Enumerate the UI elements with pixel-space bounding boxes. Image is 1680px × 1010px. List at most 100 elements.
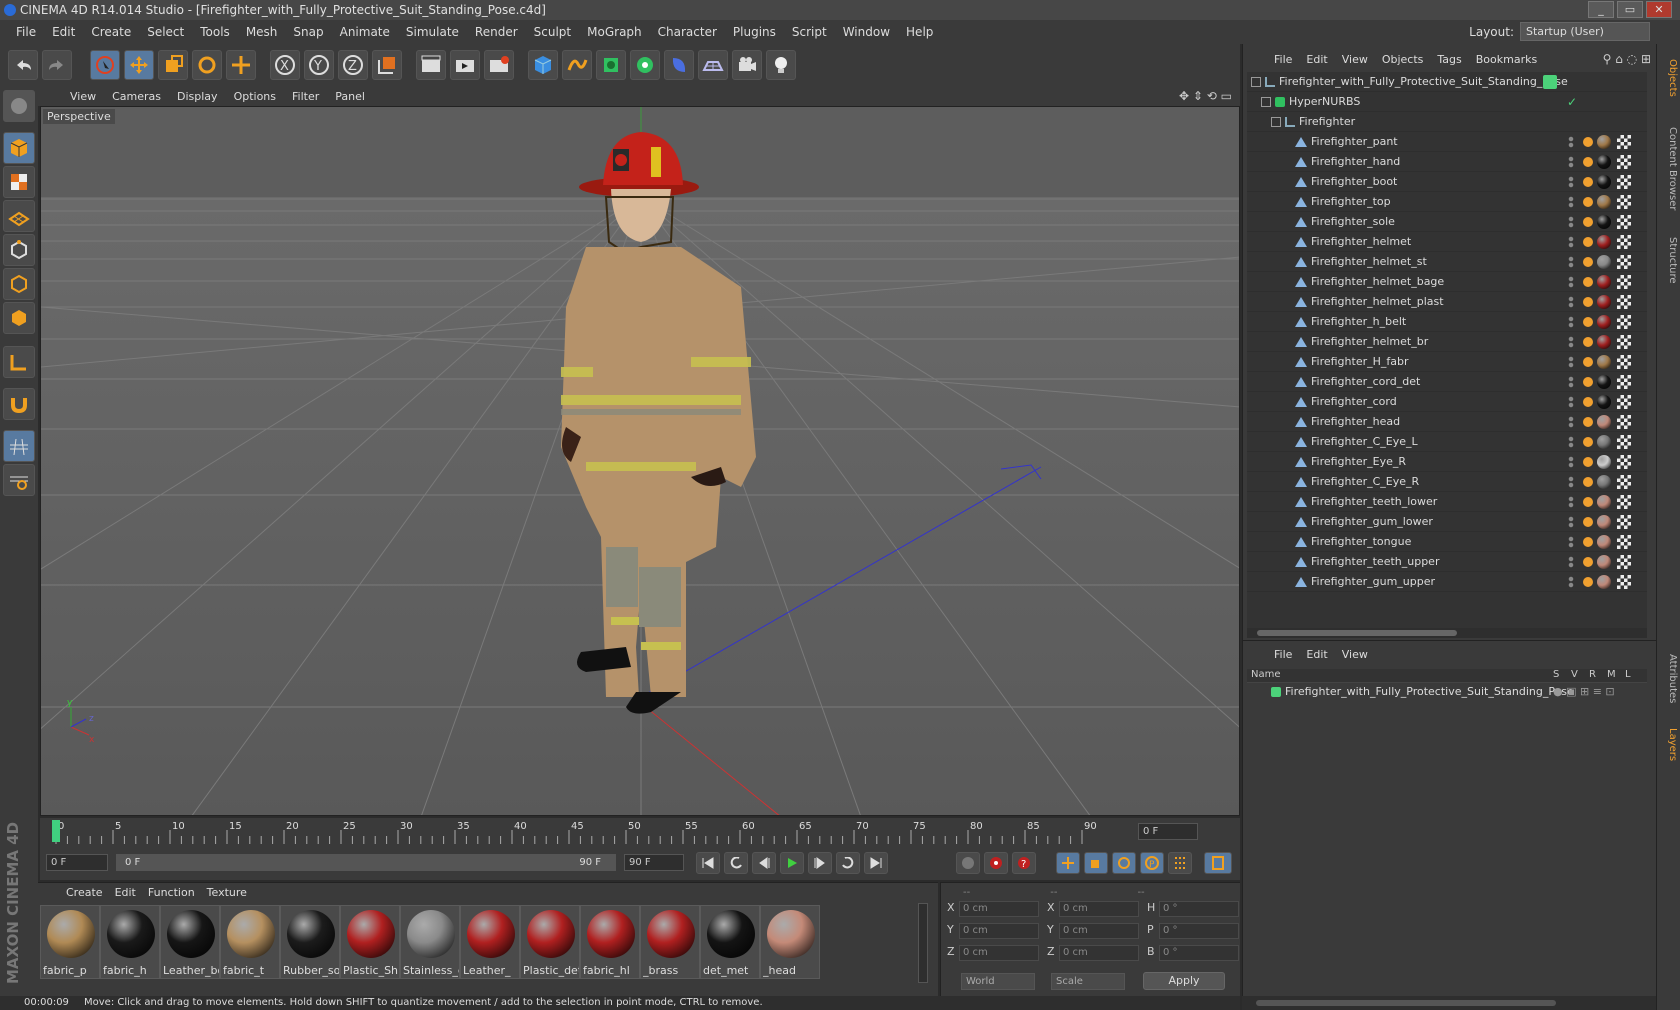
points-mode-icon[interactable] [3, 234, 35, 266]
material-swatch[interactable]: fabric_h [100, 905, 160, 979]
spline-pen-icon[interactable] [562, 50, 592, 80]
coord-value-field[interactable]: 0 ° [1159, 923, 1239, 939]
menu-edit[interactable]: Edit [44, 25, 83, 39]
layer-row[interactable]: Firefighter_with_Fully_Protective_Suit_S… [1247, 683, 1647, 701]
texture-tag-icon[interactable] [1617, 235, 1631, 249]
menu-select[interactable]: Select [139, 25, 192, 39]
material-tag-icon[interactable] [1597, 355, 1611, 369]
live-selection-icon[interactable] [90, 50, 120, 80]
enabled-check-icon[interactable]: ✓ [1567, 92, 1577, 112]
material-menu-function[interactable]: Function [142, 886, 201, 899]
menu-simulate[interactable]: Simulate [398, 25, 467, 39]
collapse-icon[interactable] [1251, 77, 1261, 87]
apply-button[interactable]: Apply [1143, 972, 1225, 990]
material-swatch[interactable]: _head [760, 905, 820, 979]
material-tag-icon[interactable] [1597, 475, 1611, 489]
phong-tag-icon[interactable] [1583, 417, 1593, 427]
material-swatch[interactable]: Plastic_Shir [340, 905, 400, 979]
material-tag-icon[interactable] [1597, 315, 1611, 329]
coordinate-system-icon[interactable] [372, 50, 402, 80]
menu-mesh[interactable]: Mesh [238, 25, 286, 39]
render-settings-icon[interactable] [484, 50, 514, 80]
object-row[interactable]: Firefighter_helmet_br [1247, 332, 1647, 352]
texture-tag-icon[interactable] [1617, 555, 1631, 569]
menu-sculpt[interactable]: Sculpt [526, 25, 579, 39]
visibility-dots-icon[interactable] [1567, 476, 1575, 488]
object-row[interactable]: Firefighter_helmet_st [1247, 252, 1647, 272]
material-swatch[interactable]: fabric_hl [580, 905, 640, 979]
y-axis-lock-icon[interactable]: Y [304, 50, 334, 80]
phong-tag-icon[interactable] [1583, 317, 1593, 327]
visibility-dots-icon[interactable] [1567, 376, 1575, 388]
object-row[interactable]: Firefighter_h_belt [1247, 312, 1647, 332]
move-tool-icon[interactable] [124, 50, 154, 80]
texture-tag-icon[interactable] [1617, 435, 1631, 449]
material-swatch[interactable]: _brass [640, 905, 700, 979]
menu-file[interactable]: File [8, 25, 44, 39]
object-row[interactable]: Firefighter_hand [1247, 152, 1647, 172]
camera-icon[interactable] [732, 50, 762, 80]
texture-tag-icon[interactable] [1617, 255, 1631, 269]
material-tag-icon[interactable] [1597, 235, 1611, 249]
object-row[interactable]: Firefighter_tongue [1247, 532, 1647, 552]
phong-tag-icon[interactable] [1583, 437, 1593, 447]
object-menu-view[interactable]: View [1335, 53, 1375, 66]
material-tag-icon[interactable] [1597, 135, 1611, 149]
end-frame-field[interactable]: 90 F [624, 854, 684, 871]
viewport-menu-view[interactable]: View [62, 90, 104, 103]
object-row[interactable]: Firefighter_C_Eye_L [1247, 432, 1647, 452]
soft-selection-icon[interactable] [3, 464, 35, 496]
grid-lock-icon[interactable] [3, 430, 35, 462]
next-frame-icon[interactable] [808, 852, 832, 874]
visibility-dots-icon[interactable] [1567, 456, 1575, 468]
texture-tag-icon[interactable] [1617, 275, 1631, 289]
axis-mode-icon[interactable] [3, 346, 35, 378]
object-row[interactable]: Firefighter_gum_upper [1247, 572, 1647, 592]
visibility-dots-icon[interactable] [1567, 536, 1575, 548]
timeline-window-icon[interactable] [1204, 852, 1232, 874]
material-tag-icon[interactable] [1597, 375, 1611, 389]
texture-tag-icon[interactable] [1617, 535, 1631, 549]
material-tag-icon[interactable] [1597, 255, 1611, 269]
menu-create[interactable]: Create [83, 25, 139, 39]
object-row-firefighter[interactable]: Firefighter [1247, 112, 1647, 132]
record-active-icon[interactable] [984, 852, 1008, 874]
next-key-icon[interactable] [836, 852, 860, 874]
prev-frame-icon[interactable] [752, 852, 776, 874]
prev-key-icon[interactable] [724, 852, 748, 874]
object-menu-file[interactable]: File [1267, 53, 1299, 66]
material-tag-icon[interactable] [1597, 175, 1611, 189]
floor-scene-icon[interactable] [698, 50, 728, 80]
coord-value-field[interactable]: 0 cm [1059, 901, 1139, 917]
start-frame-field[interactable]: 0 F [46, 854, 108, 871]
material-swatch[interactable]: Leather_ [460, 905, 520, 979]
material-tag-icon[interactable] [1597, 575, 1611, 589]
material-tag-icon[interactable] [1597, 495, 1611, 509]
visibility-dots-icon[interactable] [1567, 216, 1575, 228]
object-row[interactable]: Firefighter_teeth_upper [1247, 552, 1647, 572]
cube-object-icon[interactable] [528, 50, 558, 80]
menu-snap[interactable]: Snap [285, 25, 331, 39]
phong-tag-icon[interactable] [1583, 517, 1593, 527]
snap-magnet-icon[interactable] [3, 388, 35, 420]
texture-tag-icon[interactable] [1617, 155, 1631, 169]
visibility-dots-icon[interactable] [1567, 236, 1575, 248]
texture-tag-icon[interactable] [1617, 295, 1631, 309]
material-tag-icon[interactable] [1597, 275, 1611, 289]
material-tag-icon[interactable] [1597, 295, 1611, 309]
material-swatch[interactable]: det_met [700, 905, 760, 979]
viewport-nav-icons[interactable]: ✥ ⇕ ⟲ ▭ [1179, 89, 1232, 103]
material-tag-icon[interactable] [1597, 395, 1611, 409]
object-row[interactable]: Firefighter_cord [1247, 392, 1647, 412]
object-row[interactable]: Firefighter_helmet [1247, 232, 1647, 252]
current-frame-field[interactable]: 0 F [1138, 823, 1198, 840]
coord-value-field[interactable]: 0 cm [1059, 945, 1139, 961]
collapse-icon[interactable] [1271, 117, 1281, 127]
layer-menu-edit[interactable]: Edit [1299, 648, 1334, 661]
material-swatch[interactable]: Leather_bo [160, 905, 220, 979]
material-menu-texture[interactable]: Texture [201, 886, 253, 899]
nurbs-icon[interactable] [596, 50, 626, 80]
object-menu-edit[interactable]: Edit [1299, 53, 1334, 66]
key-pla-icon[interactable] [1168, 852, 1192, 874]
edges-mode-icon[interactable] [3, 268, 35, 300]
